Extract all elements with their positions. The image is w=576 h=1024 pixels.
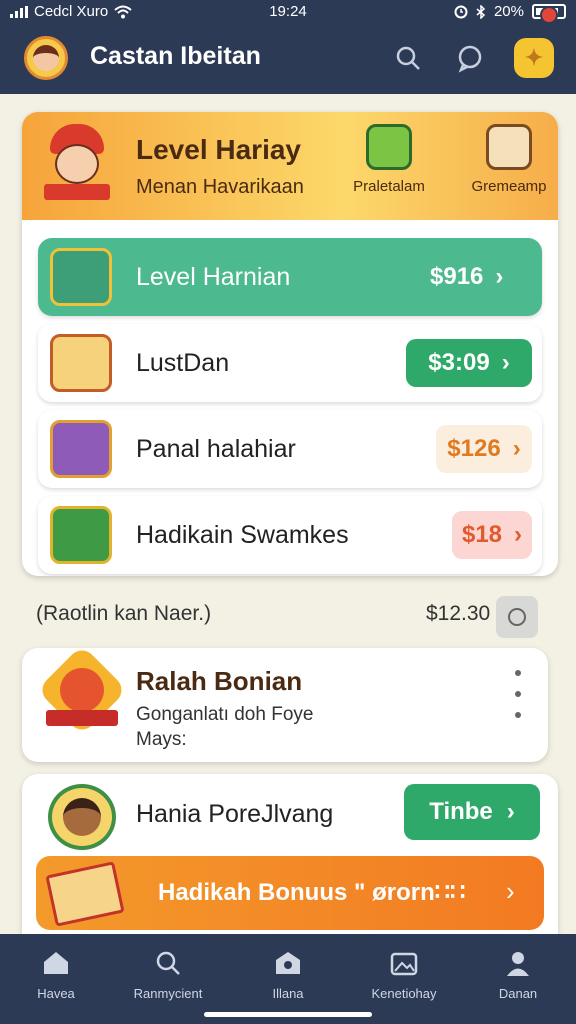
summary-row: (Raotlin kan Naer.) $12.30: [36, 596, 542, 638]
hero-label: Hania PoreJlvang: [136, 800, 334, 828]
gift-box-icon: [486, 124, 532, 170]
list-item-label: Level Harnian: [136, 263, 291, 291]
coin-icon[interactable]: ✦: [514, 38, 554, 78]
main-card: Level Hariay Menan Havarikaan Praletalam…: [22, 112, 558, 576]
price-value: $916: [430, 263, 484, 290]
chevron-right-icon: ›: [495, 263, 504, 290]
banner-title: Level Hariay: [136, 134, 301, 165]
list-item-label: Hadikain Swamkes: [136, 521, 349, 549]
price-value: $3:09: [428, 349, 490, 376]
purple-chest-icon: [50, 420, 112, 478]
banner-item-label: Gremeamp: [471, 178, 547, 195]
nav-label: Illana: [272, 986, 304, 1001]
bonus-card-title: Ralah Bonian: [136, 666, 303, 696]
avatar-face: [33, 45, 59, 71]
list-item-panal[interactable]: Panal halahiar $126 ›: [38, 410, 542, 488]
nav-label: Kenetiohay: [371, 986, 437, 1001]
star-badge-icon: [36, 644, 128, 736]
list-item-price: $916 ›: [430, 253, 503, 301]
chat-icon[interactable]: [452, 40, 488, 76]
banner-item-1[interactable]: Praletalam: [334, 124, 444, 195]
level-banner[interactable]: Level Hariay Menan Havarikaan Praletalam…: [22, 112, 558, 220]
avatar[interactable]: [24, 36, 68, 80]
bonus-banner-text: Hadikah Bonuus " ørorn∷∷: [158, 879, 466, 906]
summary-amount: $12.30: [426, 602, 491, 625]
price-value: $126: [447, 435, 501, 462]
nav-item-search[interactable]: Ranmycient: [118, 948, 218, 1001]
nav-item-photos[interactable]: Kenetiohay: [354, 948, 454, 1001]
more-options-icon[interactable]: [512, 670, 524, 718]
battery-percent: 20%: [493, 3, 524, 20]
nav-label: Havea: [37, 986, 75, 1001]
notification-dot: [540, 6, 558, 24]
app-header: Castan Ibeitan ✦: [0, 26, 576, 94]
chevron-right-icon: ›: [506, 876, 515, 906]
price-button[interactable]: $126 ›: [436, 425, 532, 473]
green-badge-icon: [50, 506, 112, 564]
price-button[interactable]: $18 ›: [452, 511, 532, 559]
search-icon: [153, 948, 183, 978]
home-icon: [41, 948, 71, 978]
banner-item-2[interactable]: Gremeamp: [454, 124, 558, 195]
list-item-label: LustDan: [136, 349, 230, 377]
hero-card: Hania PoreJlvang Tinbe › Hadikah Bonuus …: [22, 774, 558, 934]
shop-icon: [273, 948, 303, 978]
page-title: Castan Ibeitan: [90, 42, 261, 70]
status-bar: Cedcl Xuro 19:24 20%: [0, 0, 576, 26]
nav-item-home[interactable]: Havea: [6, 948, 106, 1001]
bottom-nav: Havea Ranmycient Illana Kenetiohay Danan: [0, 934, 576, 1024]
home-indicator[interactable]: [204, 1012, 372, 1017]
cards-icon: [50, 334, 112, 392]
chevron-right-icon: ›: [506, 798, 515, 825]
nav-item-profile[interactable]: Danan: [468, 948, 568, 1001]
radio-toggle[interactable]: [496, 596, 538, 638]
nav-item-shop[interactable]: Illana: [238, 948, 338, 1001]
nav-label: Danan: [498, 986, 538, 1001]
alarm-icon: [454, 5, 468, 18]
summary-text: (Raotlin kan Naer.): [36, 602, 212, 625]
banner-subtitle: Menan Havarikaan: [136, 176, 304, 198]
banner-item-label: Praletalam: [353, 178, 425, 195]
list-item-level[interactable]: Level Harnian $916 ›: [38, 238, 542, 316]
list-item-label: Panal halahiar: [136, 435, 296, 463]
chevron-right-icon: ›: [512, 435, 521, 462]
bonus-banner[interactable]: Hadikah Bonuus " ørorn∷∷ ›: [36, 856, 544, 930]
hero-button-label: Tinbe: [429, 798, 493, 825]
bonus-card-description: Gonganlatı doh Foye Mays:: [136, 704, 314, 750]
chevron-right-icon: ›: [514, 521, 523, 548]
hero-button[interactable]: Tinbe ›: [404, 784, 540, 840]
person-badge-icon: [48, 784, 116, 850]
photo-icon: [389, 948, 419, 978]
search-icon[interactable]: [390, 40, 426, 76]
price-value: $18: [461, 521, 503, 548]
ticket-icon: [45, 861, 125, 927]
nav-label: Ranmycient: [133, 986, 203, 1001]
bonus-card[interactable]: Ralah Bonian Gonganlatı doh Foye Mays:: [22, 644, 548, 762]
mascot-icon: [42, 124, 112, 204]
list-item-hadikain[interactable]: Hadikain Swamkes $18 ›: [38, 496, 542, 574]
profile-icon: [503, 948, 533, 978]
coin-stack-icon: [50, 248, 112, 306]
list-item-lustdan[interactable]: LustDan $3:09 ›: [38, 324, 542, 402]
price-button[interactable]: $3:09 ›: [406, 339, 532, 387]
house-coin-icon: [366, 124, 412, 170]
chevron-right-icon: ›: [501, 349, 510, 376]
bluetooth-icon: [476, 4, 486, 19]
